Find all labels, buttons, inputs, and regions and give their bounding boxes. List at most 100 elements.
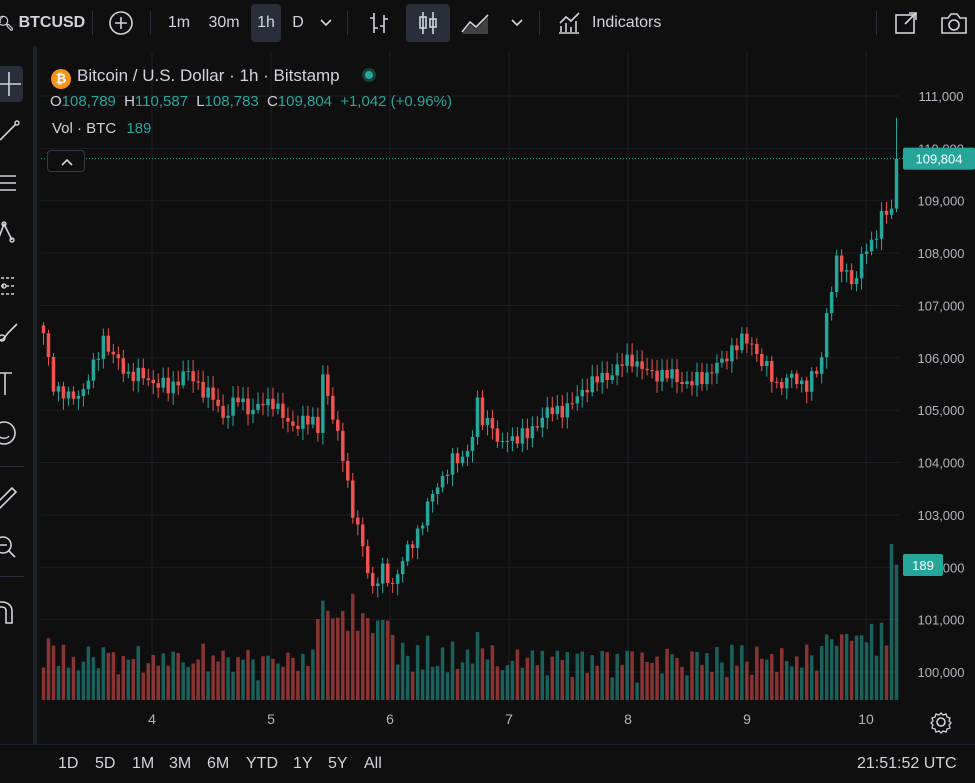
range-all-button[interactable]: All <box>364 755 382 773</box>
candle-body <box>834 255 839 292</box>
toolbar-divider <box>876 11 877 35</box>
range-3m-button[interactable]: 3M <box>169 755 191 773</box>
fullscreen-button[interactable] <box>890 0 922 46</box>
volume-bar <box>430 666 435 700</box>
symbol-search[interactable]: 🔍︎ BTCUSD <box>0 0 85 46</box>
candle-body <box>71 391 76 399</box>
brush-tool[interactable] <box>0 318 24 348</box>
trend-line-tool[interactable] <box>0 116 24 146</box>
interval-1h[interactable]: 1h <box>251 4 281 42</box>
range-1y-button[interactable]: 1Y <box>293 755 313 773</box>
volume-legend[interactable]: Vol · BTC 189 <box>52 120 151 137</box>
candle-body <box>375 583 380 586</box>
candle-body <box>435 487 440 494</box>
top-toolbar: 🔍︎ BTCUSD 1m 30m 1h D Indicators <box>0 0 975 46</box>
volume-bar <box>804 644 809 700</box>
magnet-icon <box>0 601 13 624</box>
crosshair-tool[interactable] <box>0 66 23 102</box>
interval-1m[interactable]: 1m <box>162 0 196 46</box>
candle-body <box>161 377 165 388</box>
high-label: H <box>124 93 135 110</box>
candles-chart-type-button[interactable] <box>406 4 450 42</box>
volume-bar <box>635 682 639 700</box>
volume-bar <box>490 645 495 700</box>
volume-bar <box>814 670 819 700</box>
interval-dropdown[interactable] <box>315 0 337 46</box>
candle-body <box>331 395 335 420</box>
indicators-button[interactable]: Indicators <box>556 0 680 46</box>
volume-bar <box>745 661 749 700</box>
interval-d[interactable]: D <box>287 0 309 46</box>
volume-bar <box>790 666 794 700</box>
range-1m-button[interactable]: 1M <box>132 755 154 773</box>
range-ytd-button[interactable]: YTD <box>246 755 278 773</box>
clock-utc[interactable]: 21:51:52 UTC <box>857 755 957 773</box>
icon-tool[interactable] <box>0 418 24 448</box>
snapshot-button[interactable] <box>936 0 972 46</box>
volume-bar <box>610 677 614 700</box>
candles-icon <box>419 12 437 34</box>
bar-chart-type-button[interactable] <box>362 0 396 46</box>
range-5d-button[interactable]: 5D <box>95 755 115 773</box>
chart-type-dropdown[interactable] <box>506 0 528 46</box>
compare-symbol-button[interactable] <box>106 0 136 46</box>
volume-bar <box>410 671 415 700</box>
chevron-down-icon <box>511 19 523 27</box>
area-chart-type-button[interactable] <box>458 0 494 46</box>
pattern-tool[interactable] <box>0 218 24 248</box>
toolbar-divider <box>150 11 151 35</box>
volume-bar <box>281 666 285 700</box>
candle-body <box>685 381 689 385</box>
volume-bar <box>146 663 150 700</box>
volume-bar <box>710 671 714 700</box>
volume-bar <box>156 665 160 700</box>
ruler-tool[interactable] <box>0 480 24 510</box>
volume-bar <box>864 642 869 700</box>
volume-bar <box>166 665 170 700</box>
range-5y-button[interactable]: 5Y <box>328 755 348 773</box>
close-label: C <box>266 93 278 110</box>
volume-bar <box>794 656 799 700</box>
ohlc-values: O108,789 H110,587 L108,783 C109,804 +1,0… <box>50 93 452 110</box>
candle-body <box>61 386 66 399</box>
area-chart-icon <box>461 14 489 34</box>
candle-body <box>884 210 889 215</box>
symbol-label: BTCUSD <box>18 14 86 31</box>
candle-body <box>346 460 350 481</box>
volume-bar <box>206 671 210 700</box>
volume-bar <box>101 647 106 700</box>
forecast-tool[interactable] <box>0 270 24 300</box>
candle-body <box>550 407 555 415</box>
volume-bar <box>66 667 71 700</box>
candle-body <box>615 364 619 376</box>
trend-line-icon <box>0 120 20 141</box>
price-chart[interactable]: 111,000110,000109,000108,000107,000106,0… <box>41 52 975 744</box>
volume-bar <box>460 662 465 700</box>
volume-bar <box>106 652 111 700</box>
candle-body <box>700 372 704 385</box>
candle-body <box>849 270 854 285</box>
candle-body <box>839 255 844 272</box>
price-axis-tick: 107,000 <box>918 298 965 313</box>
volume-bar <box>321 600 325 700</box>
symbol-title[interactable]: ₿ Bitcoin / U.S. Dollar · 1h · Bitstamp <box>51 66 377 89</box>
volume-bar <box>126 659 131 700</box>
text-tool[interactable] <box>0 368 24 398</box>
candle-body <box>76 395 81 399</box>
time-axis: 4 5 6 7 8 9 10 <box>148 711 874 727</box>
crosshair-icon <box>0 72 21 96</box>
range-1d-button[interactable]: 1D <box>58 755 78 773</box>
ruler-icon <box>0 486 18 510</box>
chart-pane[interactable]: 111,000110,000109,000108,000107,000106,0… <box>41 52 975 744</box>
range-6m-button[interactable]: 6M <box>207 755 229 773</box>
chart-settings-button[interactable] <box>929 710 953 734</box>
fib-tool[interactable] <box>0 168 24 198</box>
candle-body <box>520 428 525 444</box>
volume-bar <box>859 635 864 700</box>
interval-30m[interactable]: 30m <box>203 0 245 46</box>
volume-bar <box>151 655 155 700</box>
zoom-tool[interactable] <box>0 532 24 562</box>
magnet-tool[interactable] <box>0 596 24 626</box>
collapse-legend-button[interactable] <box>47 150 85 172</box>
candle-body <box>271 398 275 410</box>
